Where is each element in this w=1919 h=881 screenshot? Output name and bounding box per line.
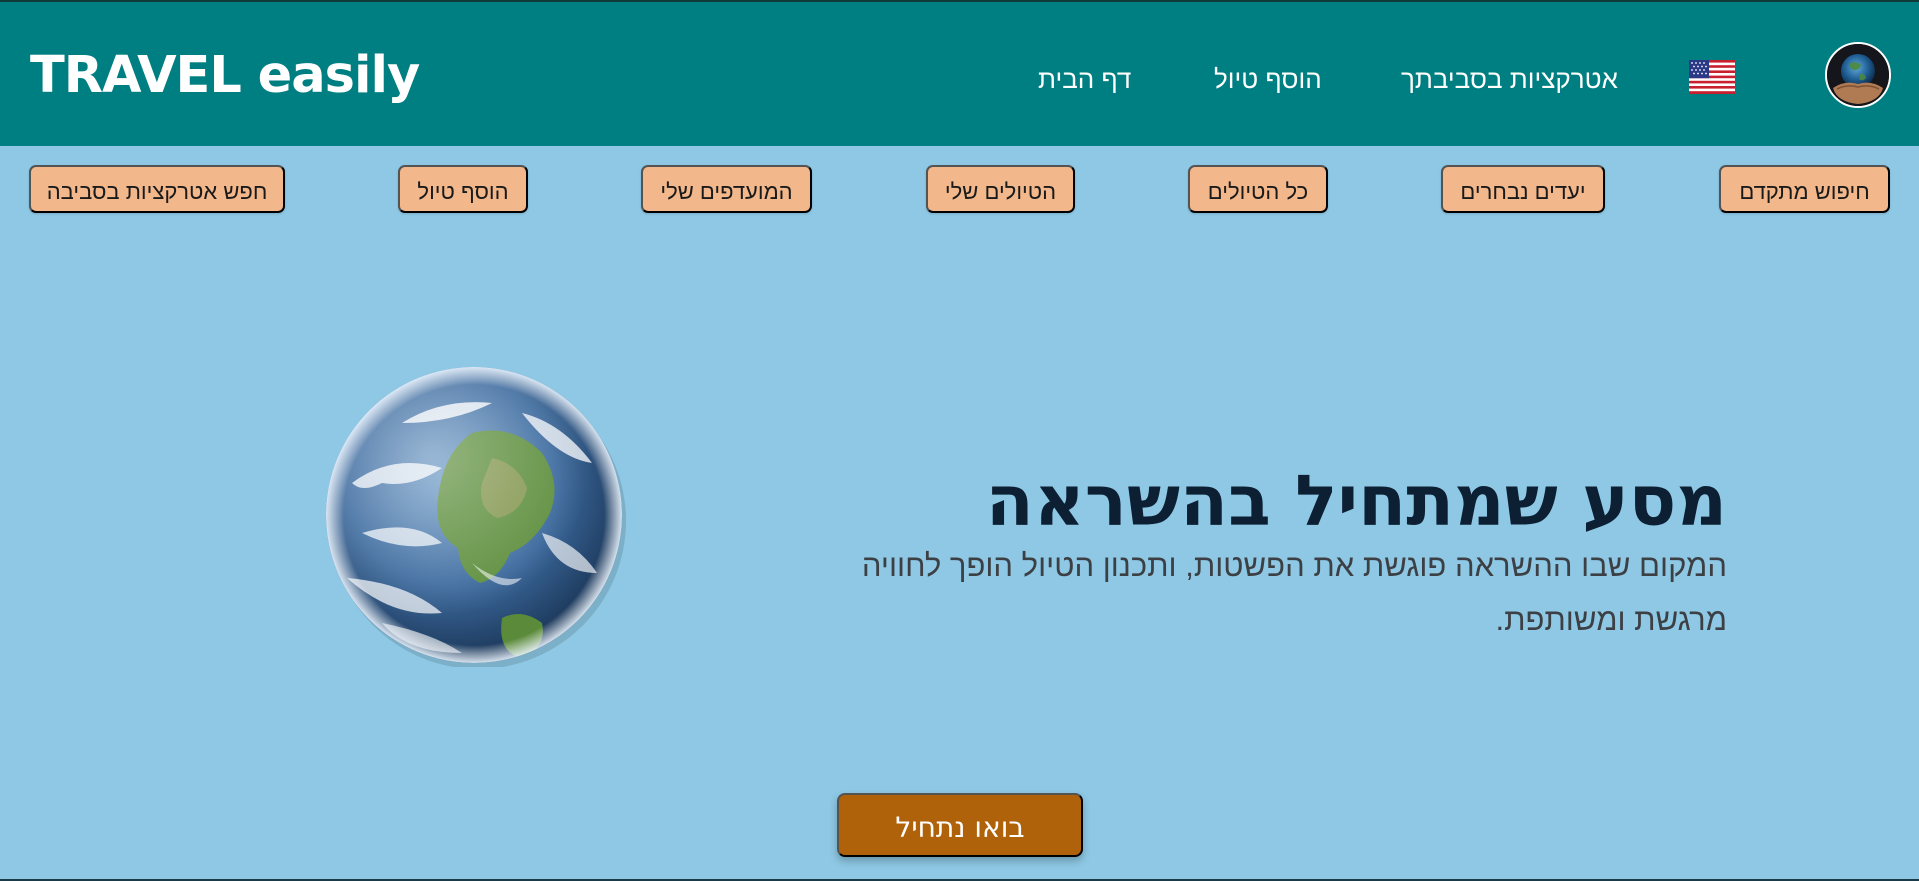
hero-subtitle: המקום שבו ההשראה פוגשת את הפשטות, ותכנון… [861, 548, 1727, 637]
search-nearby-attractions-button[interactable]: חפש אטרקציות בסביבה [29, 165, 285, 213]
site-logo[interactable]: TRAVEL easily [30, 46, 420, 106]
advanced-search-button[interactable]: חיפוש מתקדם [1719, 165, 1890, 213]
selected-destinations-button[interactable]: יעדים נבחרים [1441, 165, 1605, 213]
nav-add-trip-link[interactable]: הוסף טיול [1214, 64, 1322, 94]
hero-title: מסע שמתחיל בהשראה [985, 459, 1727, 542]
user-avatar[interactable] [1825, 42, 1891, 108]
add-trip-button[interactable]: הוסף טיול [398, 165, 528, 213]
us-flag-icon[interactable] [1689, 60, 1735, 94]
get-started-button[interactable]: בואו נתחיל [837, 793, 1083, 857]
nav-attractions-link[interactable]: אטרקציות בסביבתך [1401, 64, 1618, 94]
site-header: TRAVEL easily דף הבית הוסף טיול אטרקציות… [0, 2, 1919, 146]
all-trips-button[interactable]: כל הטיולים [1188, 165, 1328, 213]
earth-globe-image [322, 363, 626, 669]
my-trips-button[interactable]: הטיולים שלי [926, 165, 1075, 213]
my-favorites-button[interactable]: המועדפים שלי [641, 165, 812, 213]
nav-home-link[interactable]: דף הבית [1038, 64, 1131, 94]
